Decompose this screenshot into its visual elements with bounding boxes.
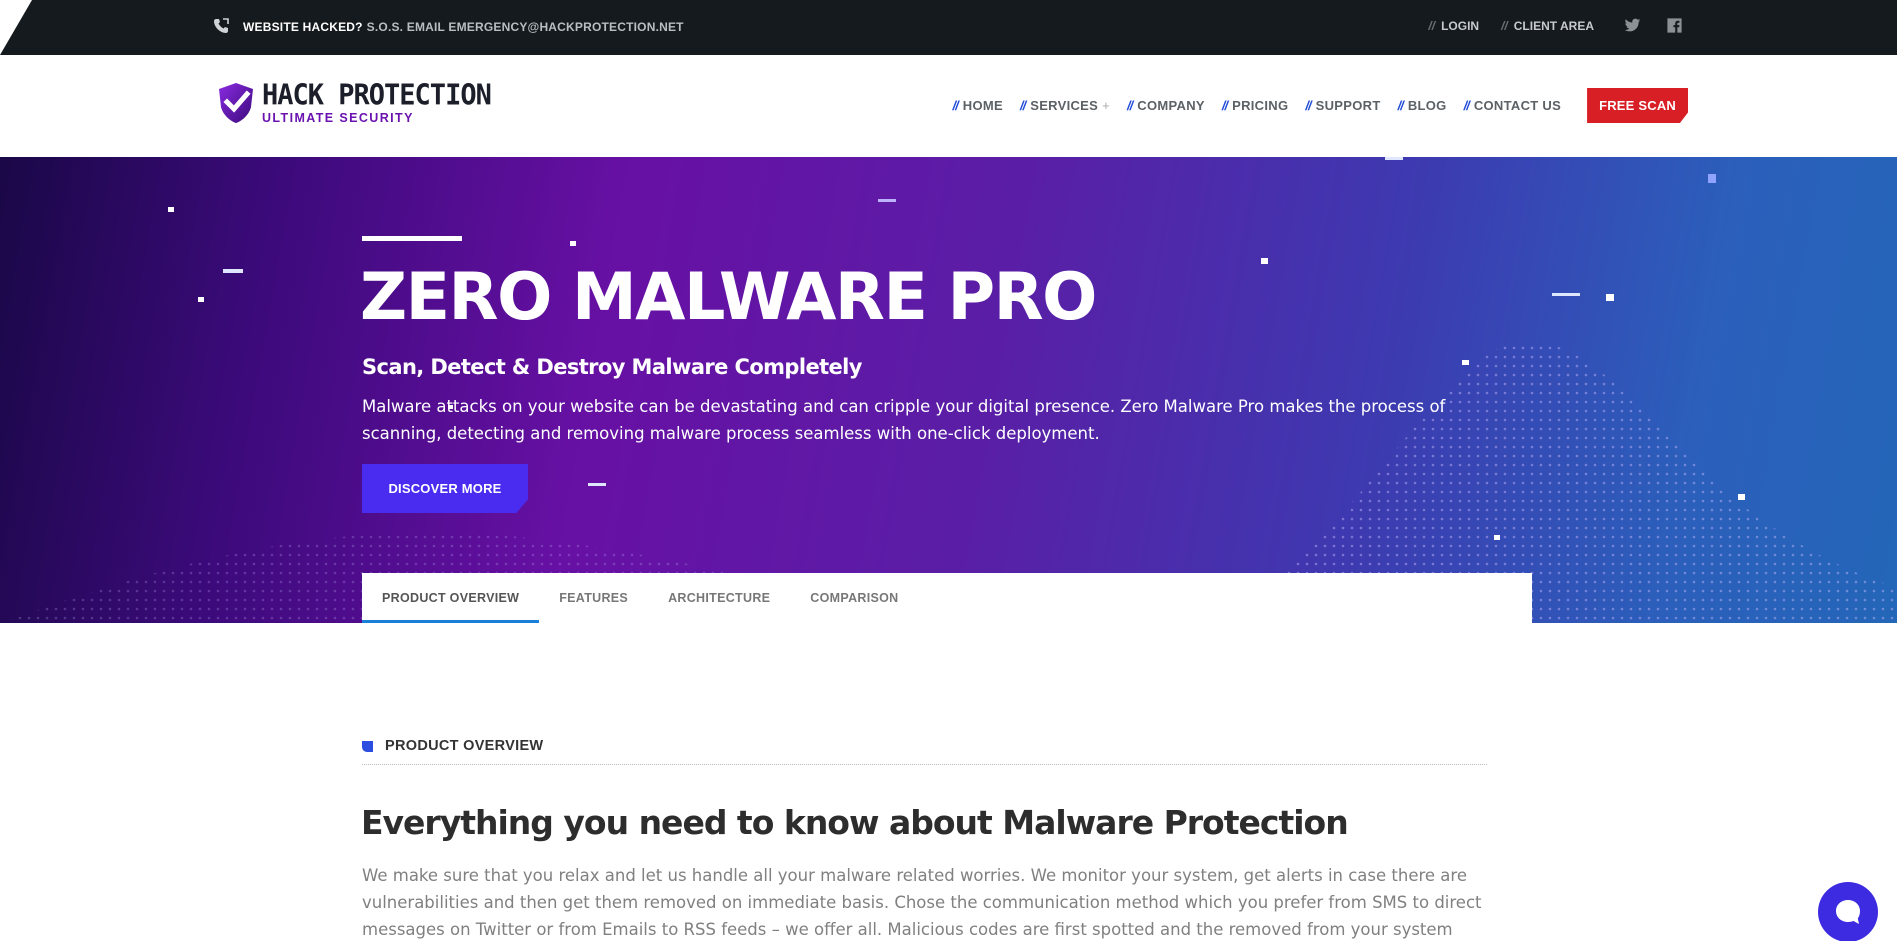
hero-title: ZERO MALWARE PRO	[360, 260, 1097, 335]
login-link[interactable]: //LOGIN	[1428, 19, 1479, 33]
top-bar-notch	[0, 0, 32, 55]
nav-item-home[interactable]: //HOME	[953, 98, 1003, 113]
section-marker-icon	[362, 740, 373, 752]
website-hacked-label: WEBSITE HACKED?	[243, 20, 363, 34]
logo-title: HACK PROTECTION	[262, 78, 492, 112]
logo-text: HACK PROTECTION ULTIMATE SECURITY	[262, 78, 492, 125]
nav-label: COMPANY	[1137, 98, 1205, 113]
tab-features[interactable]: FEATURES	[539, 573, 648, 623]
plus-icon: +	[1102, 98, 1111, 113]
nav-label: SERVICES	[1030, 98, 1099, 113]
tab-architecture[interactable]: ARCHITECTURE	[648, 573, 790, 623]
tab-comparison[interactable]: COMPARISON	[790, 573, 918, 623]
product-tabs: PRODUCT OVERVIEW FEATURES ARCHITECTURE C…	[362, 573, 1532, 623]
twitter-icon[interactable]	[1624, 17, 1642, 35]
nav-label: SUPPORT	[1315, 98, 1381, 113]
nav-label: CONTACT US	[1473, 98, 1562, 113]
content-title: Everything you need to know about Malwar…	[361, 803, 1349, 842]
shield-logo-icon	[219, 83, 253, 123]
logo-subtitle: ULTIMATE SECURITY	[262, 110, 414, 125]
content-body: We make sure that you relax and let us h…	[362, 866, 1482, 939]
client-area-link[interactable]: //CLIENT AREA	[1501, 19, 1594, 33]
section-label: PRODUCT OVERVIEW	[362, 738, 543, 754]
nav-label: BLOG	[1407, 98, 1447, 113]
nav-item-blog[interactable]: //BLOG	[1398, 98, 1447, 113]
hero-title-rule	[362, 236, 462, 241]
logo[interactable]: HACK PROTECTION ULTIMATE SECURITY	[216, 78, 492, 125]
hero-subtitle: Scan, Detect & Destroy Malware Completel…	[362, 355, 862, 379]
chat-icon	[1836, 900, 1860, 924]
free-scan-button[interactable]: FREE SCAN	[1587, 88, 1688, 123]
nav-label: PRICING	[1232, 98, 1289, 113]
nav-item-pricing[interactable]: //PRICING	[1222, 98, 1289, 113]
facebook-icon[interactable]	[1666, 17, 1684, 35]
section-label-text: PRODUCT OVERVIEW	[385, 738, 544, 754]
login-label: LOGIN	[1441, 19, 1480, 33]
main-header: HACK PROTECTION ULTIMATE SECURITY //HOME…	[0, 55, 1897, 157]
emergency-banner: WEBSITE HACKED? S.O.S. EMAIL EMERGENCY@H…	[213, 18, 684, 36]
section-divider	[362, 764, 1487, 765]
client-area-label: CLIENT AREA	[1513, 19, 1594, 33]
top-bar-links: //LOGIN //CLIENT AREA	[1406, 17, 1684, 35]
sos-email-text[interactable]: S.O.S. EMAIL EMERGENCY@HACKPROTECTION.NE…	[367, 20, 684, 34]
nav-item-support[interactable]: //SUPPORT	[1305, 98, 1380, 113]
hero-description: Malware attacks on your website can be d…	[362, 397, 1446, 443]
nav-label: HOME	[962, 98, 1003, 113]
top-bar: WEBSITE HACKED? S.O.S. EMAIL EMERGENCY@H…	[0, 0, 1897, 60]
tab-product-overview[interactable]: PRODUCT OVERVIEW	[362, 573, 540, 623]
nav-item-services[interactable]: //SERVICES +	[1020, 98, 1110, 113]
nav-item-contact-us[interactable]: //CONTACT US	[1464, 98, 1562, 113]
discover-more-button[interactable]: DISCOVER MORE	[362, 464, 528, 513]
chat-button[interactable]	[1818, 882, 1878, 941]
nav-item-company[interactable]: //COMPANY	[1127, 98, 1205, 113]
hero-banner: ZERO MALWARE PRO Scan, Detect & Destroy …	[0, 157, 1897, 623]
particle-wave-background	[0, 157, 1897, 623]
phone-icon	[213, 18, 231, 36]
main-nav: //HOME //SERVICES + //COMPANY //PRICING /…	[936, 88, 1688, 123]
